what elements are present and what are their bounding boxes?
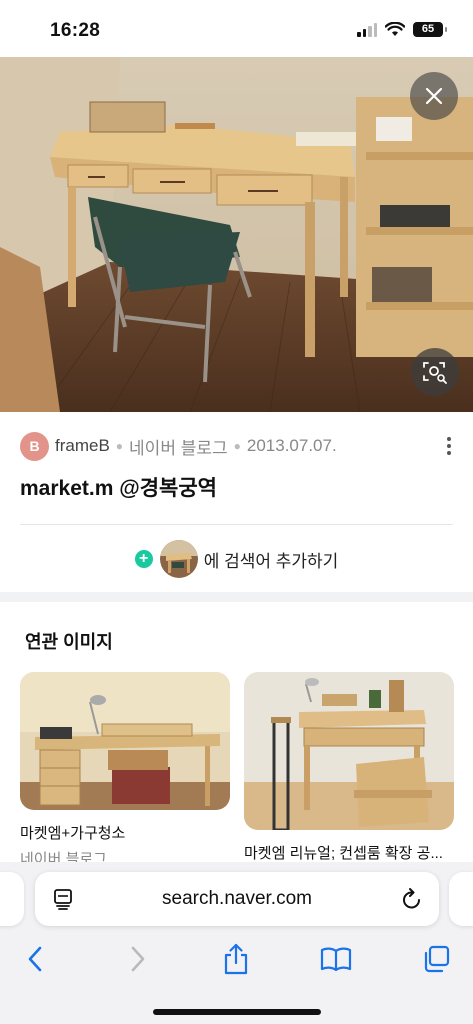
related-image-card[interactable]: 마켓엠 리뉴얼; 컨셉룸 확장 공... [244, 672, 454, 863]
related-image-caption: 마켓엠+가구청소 [20, 825, 126, 842]
status-icons: 65 [357, 22, 447, 37]
post-date: 2013.07.07. [246, 436, 337, 455]
status-time: 16:28 [50, 20, 101, 41]
status-bar: 16:28 65 [0, 0, 473, 58]
back-button[interactable] [18, 942, 52, 976]
lens-search-icon [423, 362, 447, 384]
divider [20, 524, 453, 525]
close-icon [425, 87, 443, 105]
plus-icon: + [134, 550, 153, 568]
separator-dot: ● [233, 439, 241, 453]
battery-icon: 65 [413, 22, 447, 37]
address-bar[interactable]: search.naver.com [35, 872, 439, 926]
forward-icon [131, 946, 145, 972]
add-search-term-button[interactable]: + 에 검색어 추가하기 [0, 540, 473, 578]
reload-icon[interactable] [401, 887, 423, 911]
cellular-signal-icon [357, 22, 377, 37]
page-menu-icon[interactable] [53, 888, 73, 910]
lens-search-button[interactable] [411, 348, 459, 396]
wifi-icon [385, 22, 405, 36]
url-text[interactable]: search.naver.com [35, 888, 439, 910]
home-indicator [153, 1009, 321, 1015]
tabs-icon [424, 945, 450, 973]
share-button[interactable] [219, 942, 253, 976]
back-icon [28, 946, 42, 972]
more-vertical-icon[interactable] [439, 434, 459, 458]
source-name[interactable]: frameB [55, 436, 110, 456]
related-images-heading: 연관 이미지 [25, 632, 113, 652]
section-gap [0, 592, 473, 602]
related-image-caption: 마켓엠 리뉴얼; 컨셉룸 확장 공... [244, 845, 443, 862]
bookmarks-button[interactable] [319, 942, 353, 976]
image-thumbnail [159, 540, 198, 578]
share-icon [224, 943, 248, 975]
related-image [244, 672, 454, 830]
forward-button[interactable] [121, 942, 155, 976]
avatar[interactable]: B [20, 431, 49, 461]
post-meta: B frameB ● 네이버 블로그 ● 2013.07.07. [20, 431, 459, 461]
add-search-label: 에 검색어 추가하기 [203, 551, 339, 571]
browser-nav-row [0, 934, 473, 980]
separator-dot: ● [115, 439, 124, 453]
main-image[interactable] [0, 57, 473, 412]
desk-photo [0, 57, 473, 412]
close-button[interactable] [410, 72, 458, 120]
next-tab-peek[interactable] [449, 872, 473, 926]
tabs-button[interactable] [419, 942, 453, 976]
post-title[interactable]: market.m @경복궁역 [20, 472, 217, 502]
related-image [20, 672, 230, 810]
previous-tab-peek[interactable] [0, 872, 24, 926]
related-image-card[interactable]: 마켓엠+가구청소 네이버 블로그 [20, 672, 230, 869]
source-platform: 네이버 블로그 [129, 438, 228, 458]
bookmarks-icon [320, 947, 352, 972]
